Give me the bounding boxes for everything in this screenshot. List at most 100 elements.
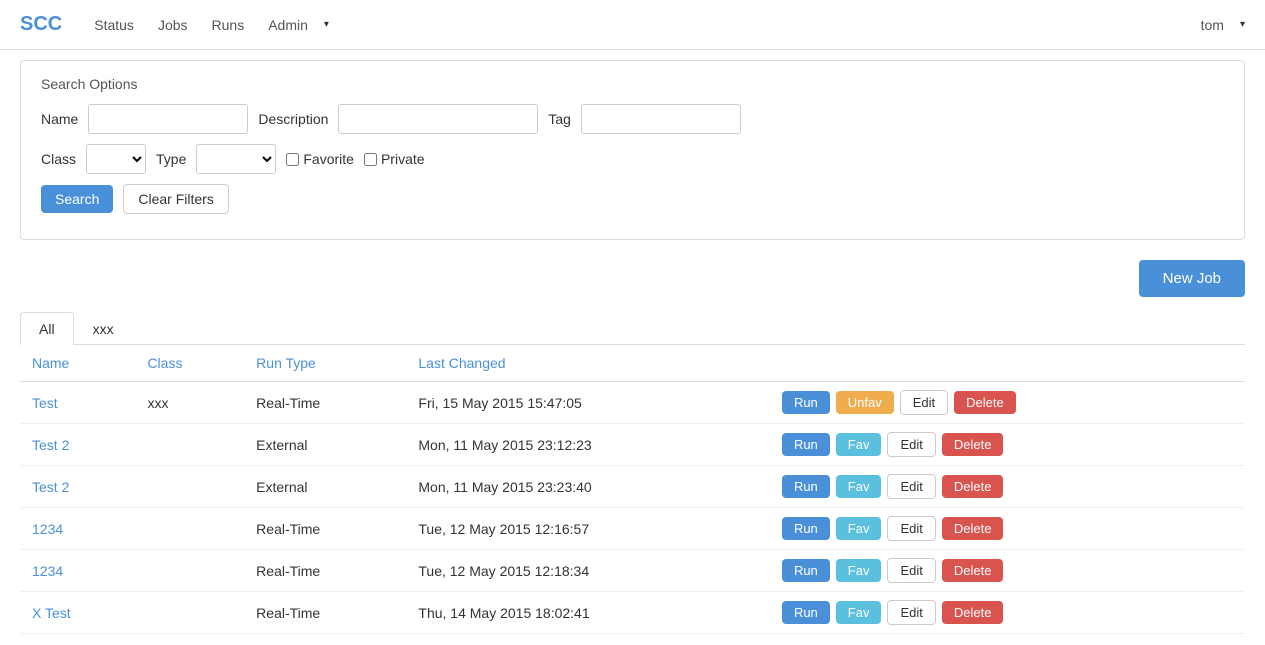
delete-button[interactable]: Delete — [954, 391, 1016, 414]
delete-button[interactable]: Delete — [942, 559, 1004, 582]
private-checkbox[interactable] — [364, 153, 377, 166]
fav-button[interactable]: Fav — [836, 475, 882, 498]
nav-admin-arrow: ▾ — [324, 19, 329, 30]
main-content: Search Options Name Description Tag Clas… — [0, 60, 1265, 634]
job-name-link[interactable]: Test — [32, 395, 58, 411]
class-select[interactable] — [86, 144, 146, 174]
job-actions-cell: Run Fav Edit Delete — [770, 508, 1245, 550]
type-label: Type — [156, 151, 186, 167]
nav-admin-label[interactable]: Admin — [256, 0, 320, 50]
fav-button[interactable]: Fav — [836, 559, 882, 582]
edit-button[interactable]: Edit — [887, 600, 935, 625]
run-button[interactable]: Run — [782, 433, 830, 456]
search-buttons-row: Search Clear Filters — [41, 184, 1224, 214]
job-name-link[interactable]: 1234 — [32, 521, 63, 537]
favorite-checkbox[interactable] — [286, 153, 299, 166]
col-header-actions — [770, 345, 1245, 382]
search-button[interactable]: Search — [41, 185, 113, 213]
tab-xxx[interactable]: xxx — [74, 312, 133, 345]
job-name-cell: Test 2 — [20, 424, 135, 466]
nav-jobs[interactable]: Jobs — [146, 0, 200, 50]
job-class-cell — [135, 508, 244, 550]
delete-button[interactable]: Delete — [942, 433, 1004, 456]
table-row: 1234 Real-Time Tue, 12 May 2015 12:16:57… — [20, 508, 1245, 550]
run-button[interactable]: Run — [782, 559, 830, 582]
col-header-run-type: Run Type — [244, 345, 406, 382]
job-run-type-cell: Real-Time — [244, 382, 406, 424]
tag-input[interactable] — [581, 104, 741, 134]
type-select[interactable] — [196, 144, 276, 174]
private-label: Private — [364, 151, 425, 167]
delete-button[interactable]: Delete — [942, 517, 1004, 540]
run-button[interactable]: Run — [782, 391, 830, 414]
job-class-cell — [135, 466, 244, 508]
job-actions-cell: Run Fav Edit Delete — [770, 550, 1245, 592]
job-run-type-cell: External — [244, 424, 406, 466]
search-panel: Search Options Name Description Tag Clas… — [20, 60, 1245, 240]
edit-button[interactable]: Edit — [887, 516, 935, 541]
job-run-type-cell: Real-Time — [244, 592, 406, 634]
job-name-link[interactable]: Test 2 — [32, 437, 69, 453]
navbar: SCC Status Jobs Runs Admin ▾ tom ▾ — [0, 0, 1265, 50]
tabs: All xxx — [20, 312, 1245, 345]
class-label: Class — [41, 151, 76, 167]
fav-button[interactable]: Fav — [836, 433, 882, 456]
job-run-type-cell: External — [244, 466, 406, 508]
job-class-cell — [135, 592, 244, 634]
description-input[interactable] — [338, 104, 538, 134]
job-name-cell: Test 2 — [20, 466, 135, 508]
job-name-link[interactable]: 1234 — [32, 563, 63, 579]
job-name-cell: 1234 — [20, 508, 135, 550]
description-label: Description — [258, 111, 328, 127]
run-button[interactable]: Run — [782, 601, 830, 624]
col-header-class: Class — [135, 345, 244, 382]
fav-button[interactable]: Fav — [836, 517, 882, 540]
nav-user-dropdown[interactable]: tom ▾ — [1189, 0, 1245, 50]
nav-status[interactable]: Status — [82, 0, 146, 50]
job-actions-cell: Run Fav Edit Delete — [770, 466, 1245, 508]
col-header-name: Name — [20, 345, 135, 382]
search-row-1: Name Description Tag — [41, 104, 1224, 134]
job-name-cell: 1234 — [20, 550, 135, 592]
search-row-2: Class Type Favorite Private — [41, 144, 1224, 174]
fav-button[interactable]: Fav — [836, 601, 882, 624]
edit-button[interactable]: Edit — [887, 558, 935, 583]
job-actions-cell: Run Unfav Edit Delete — [770, 382, 1245, 424]
job-name-link[interactable]: X Test — [32, 605, 71, 621]
table-body: Test xxx Real-Time Fri, 15 May 2015 15:4… — [20, 382, 1245, 634]
job-last-changed-cell: Tue, 12 May 2015 12:16:57 — [406, 508, 770, 550]
edit-button[interactable]: Edit — [900, 390, 948, 415]
nav-user-label[interactable]: tom — [1189, 0, 1236, 50]
job-name-cell: X Test — [20, 592, 135, 634]
job-last-changed-cell: Mon, 11 May 2015 23:12:23 — [406, 424, 770, 466]
nav-admin-dropdown[interactable]: Admin ▾ — [256, 0, 329, 50]
name-input[interactable] — [88, 104, 248, 134]
run-button[interactable]: Run — [782, 517, 830, 540]
nav-user-arrow: ▾ — [1240, 19, 1245, 30]
search-panel-title: Search Options — [41, 76, 1224, 92]
edit-button[interactable]: Edit — [887, 432, 935, 457]
table-row: 1234 Real-Time Tue, 12 May 2015 12:18:34… — [20, 550, 1245, 592]
table-header: Name Class Run Type Last Changed — [20, 345, 1245, 382]
job-name-link[interactable]: Test 2 — [32, 479, 69, 495]
tag-label: Tag — [548, 111, 571, 127]
tab-all[interactable]: All — [20, 312, 74, 345]
job-last-changed-cell: Tue, 12 May 2015 12:18:34 — [406, 550, 770, 592]
delete-button[interactable]: Delete — [942, 475, 1004, 498]
nav-runs[interactable]: Runs — [200, 0, 257, 50]
job-actions-cell: Run Fav Edit Delete — [770, 424, 1245, 466]
jobs-table: Name Class Run Type Last Changed Test xx… — [20, 345, 1245, 634]
job-class-cell — [135, 550, 244, 592]
brand-logo[interactable]: SCC — [20, 13, 62, 36]
clear-filters-button[interactable]: Clear Filters — [123, 184, 228, 214]
fav-button[interactable]: Unfav — [836, 391, 894, 414]
col-header-last-changed: Last Changed — [406, 345, 770, 382]
new-job-button[interactable]: New Job — [1139, 260, 1245, 297]
run-button[interactable]: Run — [782, 475, 830, 498]
job-name-cell: Test — [20, 382, 135, 424]
delete-button[interactable]: Delete — [942, 601, 1004, 624]
edit-button[interactable]: Edit — [887, 474, 935, 499]
name-label: Name — [41, 111, 78, 127]
table-row: Test 2 External Mon, 11 May 2015 23:12:2… — [20, 424, 1245, 466]
table-row: X Test Real-Time Thu, 14 May 2015 18:02:… — [20, 592, 1245, 634]
